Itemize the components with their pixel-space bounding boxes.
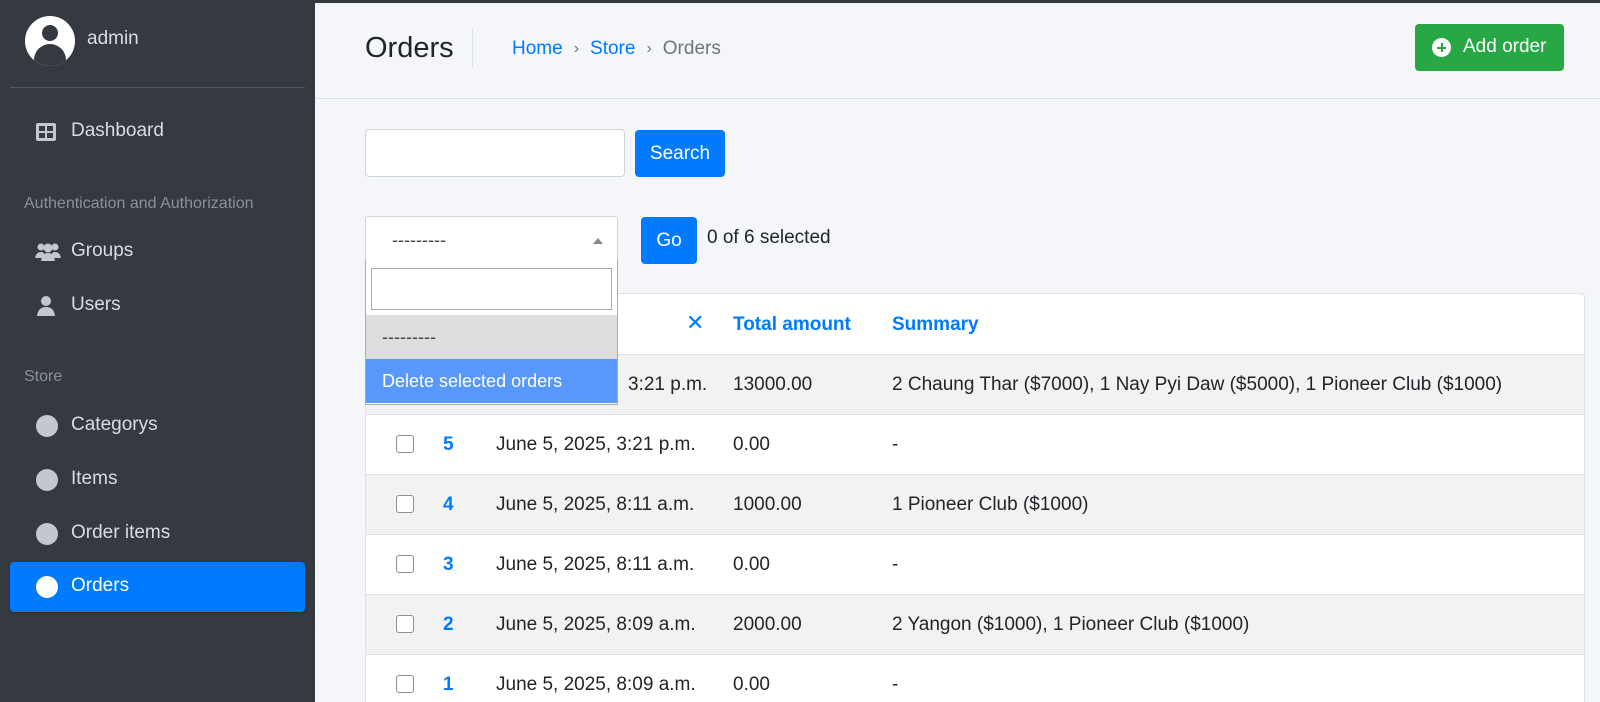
- breadcrumb-separator-icon: ›: [646, 40, 652, 57]
- add-order-label: Add order: [1463, 36, 1547, 57]
- row-checkbox[interactable]: [396, 495, 414, 513]
- sidebar-item-label: Items: [71, 468, 118, 489]
- order-date: June 5, 2025, 8:11 a.m.: [496, 554, 695, 575]
- user-panel: admin: [10, 3, 305, 88]
- order-amount: 2000.00: [733, 614, 802, 635]
- title-divider: [472, 29, 473, 67]
- add-order-button[interactable]: Add order: [1415, 24, 1564, 71]
- user-name[interactable]: admin: [87, 28, 139, 50]
- order-amount: 0.00: [733, 554, 770, 575]
- table-row: 3 June 5, 2025, 8:11 a.m. 0.00 -: [366, 535, 1584, 595]
- order-amount: 1000.00: [733, 494, 802, 515]
- user-avatar-icon[interactable]: [25, 16, 75, 66]
- row-checkbox[interactable]: [396, 675, 414, 693]
- sidebar-item-users[interactable]: Users: [10, 281, 305, 331]
- breadcrumb-separator-icon: ›: [573, 40, 580, 57]
- action-select[interactable]: ---------: [365, 216, 618, 264]
- sidebar-item-label: Categorys: [71, 414, 158, 435]
- top-border: [0, 0, 1600, 3]
- dropdown-search-input[interactable]: [371, 268, 612, 310]
- breadcrumb-current: Orders: [662, 38, 721, 59]
- order-summary: -: [892, 434, 899, 455]
- sidebar-item-order-items[interactable]: Order items: [10, 509, 305, 559]
- sidebar-item-categorys[interactable]: Categorys: [10, 401, 305, 451]
- selection-counter: 0 of 6 selected: [707, 227, 831, 248]
- order-date: June 5, 2025, 8:09 a.m.: [496, 614, 696, 635]
- sidebar-item-orders[interactable]: Orders: [10, 562, 305, 612]
- go-button[interactable]: Go: [641, 217, 697, 264]
- sidebar-item-groups[interactable]: Groups: [10, 227, 305, 277]
- order-summary: -: [892, 674, 899, 695]
- sidebar-header-auth: Authentication and Authorization: [24, 195, 254, 212]
- sidebar-item-dashboard[interactable]: Dashboard: [10, 107, 305, 157]
- search-input[interactable]: [365, 129, 625, 177]
- order-summary: 1 Pioneer Club ($1000): [892, 494, 1089, 515]
- breadcrumb-store-link[interactable]: Store: [590, 38, 635, 60]
- column-header-summary[interactable]: Summary: [892, 314, 979, 336]
- sidebar: admin Dashboard Authentication and Autho…: [0, 0, 315, 702]
- order-summary: 2 Chaung Thar ($7000), 1 Nay Pyi Daw ($5…: [892, 374, 1503, 395]
- breadcrumb: Home › Store › Orders: [512, 38, 721, 60]
- sidebar-item-label: Groups: [71, 240, 134, 261]
- order-summary: 2 Yangon ($1000), 1 Pioneer Club ($1000): [892, 614, 1250, 635]
- order-amount: 0.00: [733, 674, 770, 695]
- order-date: June 5, 2025, 8:09 a.m.: [496, 674, 696, 695]
- table-row: 2 June 5, 2025, 8:09 a.m. 2000.00 2 Yang…: [366, 595, 1584, 655]
- sidebar-item-label: Order items: [71, 522, 171, 543]
- dropdown-option-empty[interactable]: ---------: [366, 315, 617, 359]
- users-group-icon: [35, 243, 61, 261]
- breadcrumb-home-link[interactable]: Home: [512, 38, 563, 60]
- clear-sort-icon[interactable]: ✕: [686, 310, 704, 336]
- row-checkbox[interactable]: [396, 555, 414, 573]
- sidebar-header-store: Store: [24, 368, 63, 385]
- circle-icon: [36, 576, 58, 598]
- order-date: June 5, 2025, 8:11 a.m.: [496, 494, 695, 515]
- user-icon: [37, 296, 55, 316]
- circle-icon: [36, 469, 58, 491]
- order-id-link[interactable]: 5: [443, 434, 454, 456]
- dashboard-icon: [36, 123, 56, 141]
- table-row: 5 June 5, 2025, 3:21 p.m. 0.00 -: [366, 415, 1584, 475]
- order-id-link[interactable]: 4: [443, 494, 454, 516]
- caret-up-icon: [593, 238, 603, 244]
- order-amount: 13000.00: [733, 374, 813, 395]
- order-date: June 5, 2025, 3:21 p.m.: [496, 434, 696, 455]
- order-date: 3:21 p.m.: [628, 374, 708, 395]
- plus-circle-icon: [1432, 38, 1451, 57]
- sidebar-item-label: Users: [71, 294, 121, 315]
- content-header: Orders Home › Store › Orders Add order: [315, 3, 1600, 99]
- order-summary: -: [892, 554, 899, 575]
- search-button[interactable]: Search: [635, 130, 725, 177]
- order-id-link[interactable]: 1: [443, 674, 454, 696]
- column-header-total-amount[interactable]: Total amount: [733, 314, 851, 336]
- page-title: Orders: [365, 32, 454, 64]
- main-content: Orders Home › Store › Orders Add order S…: [315, 3, 1600, 702]
- sidebar-item-label: Orders: [71, 575, 130, 596]
- row-checkbox[interactable]: [396, 435, 414, 453]
- circle-icon: [36, 415, 58, 437]
- action-select-value: ---------: [392, 230, 446, 250]
- table-row: 4 June 5, 2025, 8:11 a.m. 1000.00 1 Pion…: [366, 475, 1584, 535]
- sidebar-item-label: Dashboard: [71, 120, 164, 141]
- row-checkbox[interactable]: [396, 615, 414, 633]
- circle-icon: [36, 523, 58, 545]
- order-amount: 0.00: [733, 434, 770, 455]
- dropdown-option-delete-selected[interactable]: Delete selected orders: [366, 359, 617, 403]
- order-id-link[interactable]: 3: [443, 554, 454, 576]
- table-row: 1 June 5, 2025, 8:09 a.m. 0.00 -: [366, 655, 1584, 702]
- sidebar-item-items[interactable]: Items: [10, 455, 305, 505]
- order-id-link[interactable]: 2: [443, 614, 454, 636]
- action-dropdown: --------- Delete selected orders: [365, 260, 618, 405]
